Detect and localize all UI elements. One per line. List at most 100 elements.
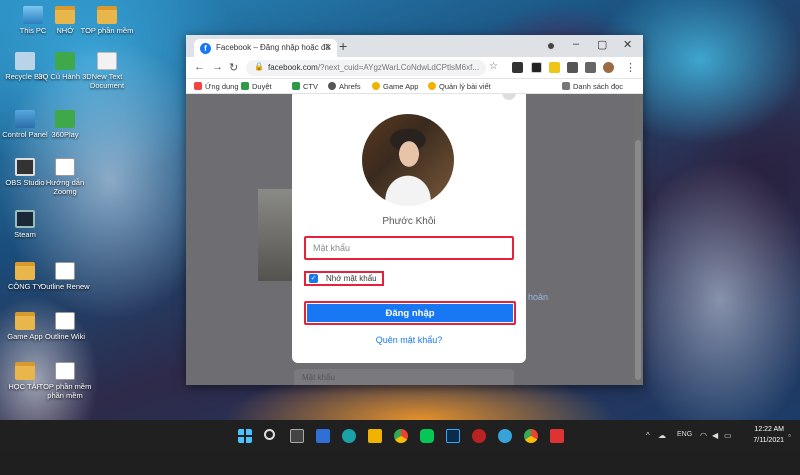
document-icon xyxy=(55,362,75,380)
bookmark-yellow-icon xyxy=(428,82,436,90)
reload-icon[interactable]: ↻ xyxy=(229,61,238,74)
profile-avatar-icon[interactable] xyxy=(603,62,614,73)
forgot-password-link[interactable]: Quên mật khẩu? xyxy=(292,335,526,345)
volume-icon[interactable]: ◀ xyxy=(712,431,718,440)
play-icon xyxy=(55,110,75,128)
page-content: hoản Mật khẩu Phước Khôi ✓ Nhớ mật khẩu … xyxy=(186,94,643,385)
desktop-icon-label: New Text Document xyxy=(89,72,125,90)
bookmark-duyet[interactable]: Duyệt xyxy=(241,82,272,91)
bookmark-label: CTV xyxy=(303,82,318,91)
minimize-icon[interactable]: – xyxy=(573,38,579,50)
desktop-icon-huong-dan[interactable]: Hướng dẫn Zoomg xyxy=(36,158,94,196)
line-icon[interactable] xyxy=(420,429,434,443)
globe-icon xyxy=(328,82,336,90)
tab-facebook[interactable]: f Facebook – Đăng nhập hoặc đă ✕ xyxy=(194,39,337,57)
clock-date: 7/11/2021 xyxy=(753,437,784,444)
photoshop-icon[interactable] xyxy=(446,429,460,443)
bookmark-yellow-icon xyxy=(372,82,380,90)
bookmark-apps[interactable]: Ứng dụng xyxy=(194,82,239,91)
desktop-icon-label: 360Play xyxy=(51,130,79,139)
reading-list[interactable]: Danh sách đọc xyxy=(562,82,623,91)
record-icon[interactable] xyxy=(546,41,556,51)
bookmark-green-icon xyxy=(292,82,300,90)
chrome-active-icon[interactable] xyxy=(524,429,538,443)
profile-name: Phước Khôi xyxy=(382,216,436,227)
desktop-icon-top-phan-mem[interactable]: TOP phần mềm xyxy=(78,6,136,35)
desktop-icon-steam[interactable]: Steam xyxy=(0,210,54,239)
folder-icon xyxy=(15,362,35,380)
clock[interactable]: 12:22 AM 7/11/2021 xyxy=(740,424,784,446)
avatar xyxy=(362,114,454,206)
clock-time: 12:22 AM xyxy=(754,426,784,433)
bookmark-green-icon xyxy=(241,82,249,90)
bottom-frame xyxy=(0,453,800,475)
bookmark-quan-ly[interactable]: Quản lý bài viết xyxy=(428,82,491,91)
close-tab-icon[interactable]: ✕ xyxy=(324,42,332,53)
taskbar-strip: ^ ☁ ENG ◠ ◀ ▭ 12:22 AM 7/11/2021 ▫ xyxy=(0,420,800,453)
cloud-icon[interactable]: ☁ xyxy=(658,431,666,440)
bookmark-ctv[interactable]: CTV xyxy=(292,82,318,91)
bookmark-ahrefs[interactable]: Ahrefs xyxy=(328,82,361,91)
login-button[interactable]: Đăng nhập xyxy=(304,301,516,325)
media-icon[interactable] xyxy=(585,62,596,73)
desktop-icon-label: Hướng dẫn Zoomg xyxy=(45,178,85,196)
bookmark-label: Duyệt xyxy=(252,82,272,91)
wifi-icon[interactable]: ◠ xyxy=(700,431,707,440)
page-scrollbar[interactable] xyxy=(633,94,643,385)
game-icon xyxy=(55,52,75,70)
extension-check-icon[interactable] xyxy=(531,62,542,73)
desktop-icon-label: Steam xyxy=(14,230,36,239)
recycle-bin-icon xyxy=(15,52,35,70)
remember-password-label: Nhớ mật khẩu xyxy=(326,274,377,283)
bookmark-label: Ahrefs xyxy=(339,82,361,91)
background-profile-photo xyxy=(258,189,294,281)
desktop-icon-top-phan-mem-2[interactable]: TOP phần mềm phần mềm xyxy=(36,362,94,400)
remember-password-checkbox[interactable]: ✓ Nhớ mật khẩu xyxy=(304,271,384,286)
tab-title: Facebook – Đăng nhập hoặc đă xyxy=(216,43,330,52)
bookmark-game-app[interactable]: Game App xyxy=(372,82,418,91)
obs-icon xyxy=(15,158,35,176)
dialog-close-icon[interactable] xyxy=(502,94,516,100)
forward-arrow-icon[interactable]: → xyxy=(212,61,223,73)
checkbox-checked-icon[interactable]: ✓ xyxy=(309,274,318,283)
chrome-icon[interactable] xyxy=(394,429,408,443)
desktop-icon-360play[interactable]: 360Play xyxy=(36,110,94,139)
scrollbar-thumb[interactable] xyxy=(635,140,641,380)
control-panel-icon xyxy=(15,110,35,128)
app-red-icon[interactable] xyxy=(472,429,486,443)
windows-start-icon[interactable] xyxy=(238,429,252,443)
widgets-icon[interactable] xyxy=(316,429,330,443)
task-view-icon[interactable] xyxy=(290,429,304,443)
login-dialog: Phước Khôi ✓ Nhớ mật khẩu Đăng nhập Quên… xyxy=(292,94,526,363)
lock-icon: 🔒 xyxy=(254,62,264,71)
maximize-icon[interactable]: ▢ xyxy=(597,38,607,51)
search-icon[interactable] xyxy=(264,429,275,440)
background-password-field: Mật khẩu xyxy=(294,369,514,385)
facebook-favicon-icon: f xyxy=(200,43,211,54)
close-window-icon[interactable]: ✕ xyxy=(623,38,632,51)
file-explorer-icon[interactable] xyxy=(368,429,382,443)
app-window-icon[interactable] xyxy=(550,429,564,443)
menu-kebab-icon[interactable]: ⋮ xyxy=(625,61,636,74)
chevron-up-icon[interactable]: ^ xyxy=(646,431,650,440)
notifications-icon[interactable]: ▫ xyxy=(788,431,791,440)
extension-pen-icon[interactable] xyxy=(512,62,523,73)
bookmark-star-icon[interactable]: ☆ xyxy=(489,61,498,72)
desktop-icon-outline-renew[interactable]: Outline Renew xyxy=(36,262,94,291)
edge-icon[interactable] xyxy=(342,429,356,443)
desktop-icon-label: TOP phần mềm phần mềm xyxy=(38,382,92,400)
steam-taskbar-icon[interactable] xyxy=(498,429,512,443)
back-arrow-icon[interactable]: ← xyxy=(194,61,205,73)
tab-strip: f Facebook – Đăng nhập hoặc đă ✕ + – ▢ ✕ xyxy=(186,35,643,57)
extensions-puzzle-icon[interactable] xyxy=(567,62,578,73)
password-input[interactable] xyxy=(304,236,514,260)
address-bar[interactable]: 🔒 facebook.com/?next_cuid=AYgzWarLCoNdwL… xyxy=(246,60,486,76)
desktop-icon-outline-wiki[interactable]: Outline Wiki xyxy=(36,312,94,341)
folder-icon xyxy=(15,312,35,330)
desktop-icon-new-text-document[interactable]: New Text Document xyxy=(78,52,136,90)
battery-icon[interactable]: ▭ xyxy=(724,431,732,440)
language-indicator[interactable]: ENG xyxy=(677,431,692,438)
taskbar: ^ ☁ ENG ◠ ◀ ▭ 12:22 AM 7/11/2021 ▫ xyxy=(0,420,800,475)
extension-yellow-icon[interactable] xyxy=(549,62,560,73)
new-tab-icon[interactable]: + xyxy=(339,38,347,54)
